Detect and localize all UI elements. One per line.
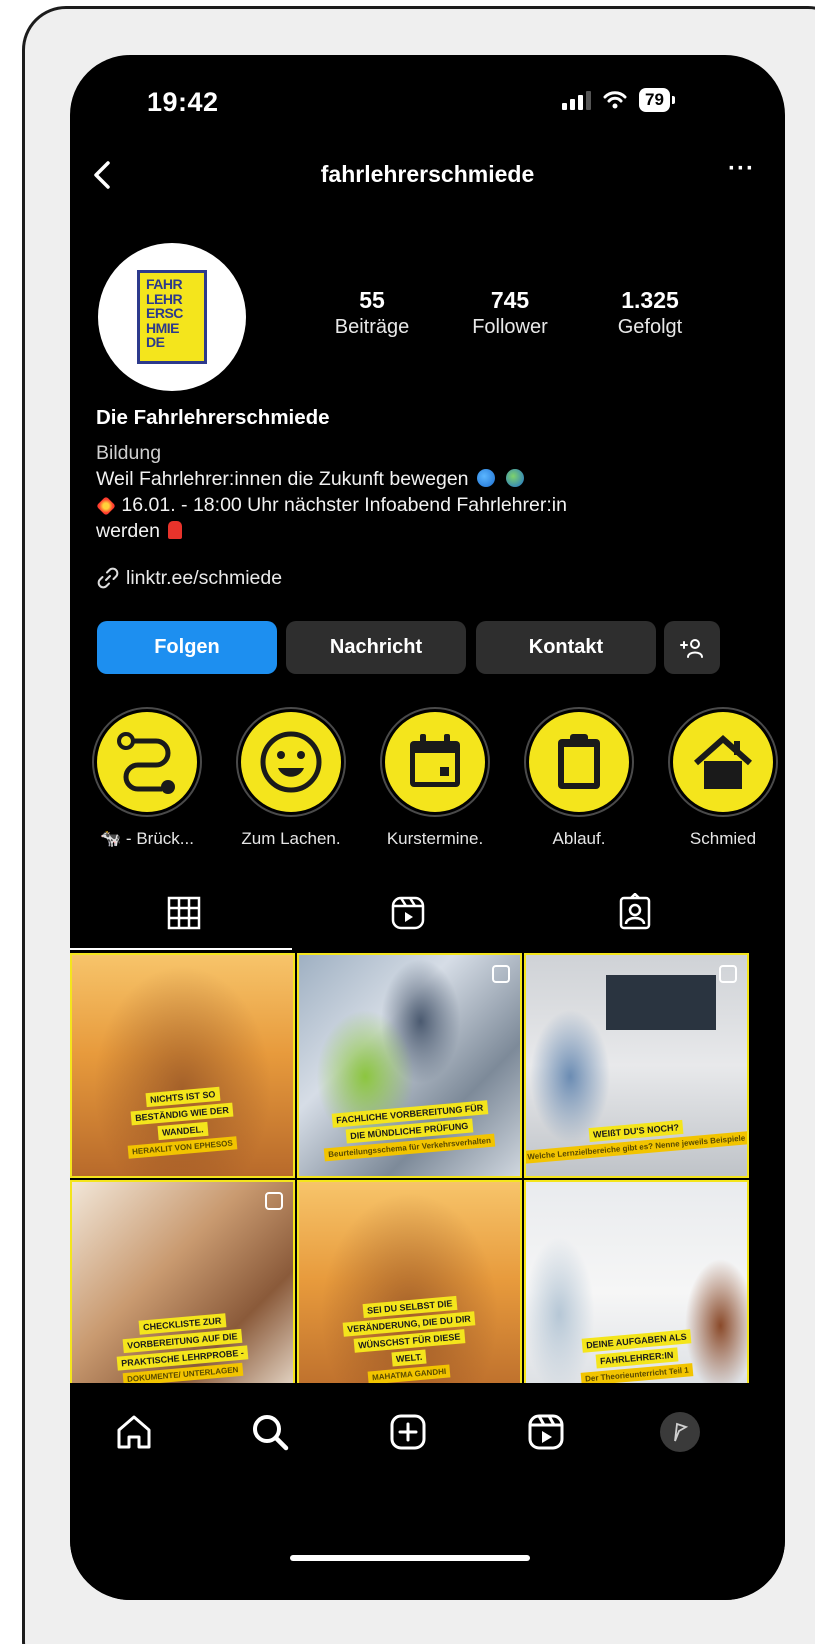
highlight-label: Ablauf. bbox=[552, 829, 606, 848]
globe-icon bbox=[506, 469, 525, 487]
profile-link-text[interactable]: linktr.ee/schmiede bbox=[126, 565, 282, 591]
multi-image-icon bbox=[492, 965, 510, 983]
post-caption: CHECKLISTE ZUR VORBEREITUNG AUF DIE PRAKTI… bbox=[78, 1313, 287, 1387]
link-icon bbox=[97, 567, 119, 589]
reels-icon[interactable] bbox=[524, 1410, 568, 1454]
status-time: 19:42 bbox=[147, 87, 219, 117]
stat-following-value: 1.325 bbox=[621, 287, 679, 313]
highlight-label: 🐄 - Brück... bbox=[100, 829, 194, 848]
stat-posts[interactable]: 55 Beiträge bbox=[312, 287, 432, 339]
post-tile[interactable]: WEIßT DU'S NOCH? Welche Lernzielbereiche… bbox=[524, 953, 749, 1178]
message-button[interactable]: Nachricht bbox=[286, 621, 466, 674]
highlight-label: Kurstermine. bbox=[386, 829, 484, 848]
home-indicator bbox=[290, 1555, 530, 1561]
suggested-people-button[interactable] bbox=[664, 621, 720, 674]
phone-screen: 19:42 79 fahrlehrerschmiede ··· FAHR LEH… bbox=[70, 55, 785, 1600]
post-tile[interactable]: SEI DU SELBST DIE VERÄNDERUNG, DIE DU DIR… bbox=[297, 1180, 522, 1405]
add-person-icon bbox=[680, 638, 703, 658]
smiley-icon bbox=[260, 731, 322, 793]
multi-image-icon bbox=[719, 965, 737, 983]
post-tile[interactable]: DEINE AUFGABEN ALS FAHRLEHRER:IN Der Theo… bbox=[524, 1180, 749, 1405]
post-tile[interactable]: FACHLICHE VORBEREITUNG FÜR DIE MÜNDLICHE … bbox=[297, 953, 522, 1178]
post-tile[interactable]: CHECKLISTE ZUR VORBEREITUNG AUF DIE PRAKTI… bbox=[70, 1180, 295, 1405]
house-icon bbox=[694, 734, 752, 789]
follow-button[interactable]: Folgen bbox=[97, 621, 277, 674]
brand-logo: FAHR LEHR ERSC HMIE DE bbox=[137, 270, 207, 364]
stat-followers-value: 745 bbox=[490, 287, 530, 313]
siren-icon bbox=[168, 521, 183, 539]
highlight-bridge[interactable]: 🐄 - Brück... bbox=[92, 707, 202, 849]
highlight-label: Schmied bbox=[689, 829, 757, 848]
bio-line-1: Weil Fahrlehrer:innen die Zukunft bewege… bbox=[96, 468, 469, 490]
route-icon bbox=[117, 732, 175, 794]
profile-category: Bildung bbox=[96, 442, 162, 464]
highlight-process[interactable]: Ablauf. bbox=[524, 707, 634, 849]
highlight-schmiede[interactable]: Schmied bbox=[668, 707, 778, 849]
status-icons: 79 bbox=[562, 88, 675, 112]
contact-button[interactable]: Kontakt bbox=[476, 621, 656, 674]
highlight-course-dates[interactable]: Kurstermine. bbox=[380, 707, 490, 849]
post-caption: SEI DU SELBST DIE VERÄNDERUNG, DIE DU DIR… bbox=[305, 1295, 514, 1385]
create-icon[interactable] bbox=[386, 1410, 430, 1454]
avatar[interactable]: FAHR LEHR ERSC HMIE DE bbox=[98, 243, 246, 391]
profile-icon bbox=[674, 1422, 689, 1442]
highlight-funny[interactable]: Zum Lachen. bbox=[236, 707, 346, 849]
post-caption: NICHTS IST SO BESTÄNDIG WIE DER WANDEL. HE… bbox=[78, 1086, 287, 1159]
bio-line-3: werden bbox=[96, 520, 160, 542]
profile-username: fahrlehrerschmiede bbox=[320, 161, 535, 187]
profile-avatar-icon[interactable] bbox=[660, 1412, 700, 1452]
collision-icon bbox=[96, 496, 116, 516]
stat-followers[interactable]: 745 Follower bbox=[450, 287, 570, 339]
clipboard-icon bbox=[558, 734, 600, 789]
wifi-icon bbox=[603, 91, 627, 109]
globe-icon bbox=[476, 469, 495, 487]
profile-name: Die Fahrlehrerschmiede bbox=[96, 406, 330, 429]
profile-bio: Weil Fahrlehrer:innen die Zukunft bewege… bbox=[96, 466, 756, 544]
highlight-label: Zum Lachen. bbox=[241, 829, 341, 848]
battery-icon: 79 bbox=[639, 88, 675, 112]
post-caption: FACHLICHE VORBEREITUNG FÜR DIE MÜNDLICHE … bbox=[305, 1100, 514, 1162]
stat-following[interactable]: 1.325 Gefolgt bbox=[590, 287, 710, 339]
stat-following-label: Gefolgt bbox=[617, 316, 683, 338]
grid-icon[interactable] bbox=[164, 893, 204, 933]
stat-followers-label: Follower bbox=[472, 316, 548, 338]
active-tab-indicator bbox=[70, 948, 292, 950]
post-caption: WEIßT DU'S NOCH? Welche Lernzielbereiche… bbox=[526, 1119, 747, 1164]
calendar-icon bbox=[410, 734, 460, 787]
post-caption: DEINE AUFGABEN ALS FAHRLEHRER:IN Der Theo… bbox=[532, 1329, 741, 1386]
tagged-icon[interactable] bbox=[615, 893, 655, 933]
multi-image-icon bbox=[265, 1192, 283, 1210]
reels-icon[interactable] bbox=[388, 893, 428, 933]
stat-posts-value: 55 bbox=[359, 287, 385, 313]
post-tile[interactable]: NICHTS IST SO BESTÄNDIG WIE DER WANDEL. HE… bbox=[70, 953, 295, 1178]
cellular-signal-icon bbox=[562, 90, 591, 110]
bio-line-2: 16.01. - 18:00 Uhr nächster Infoabend Fa… bbox=[121, 494, 567, 516]
stat-posts-label: Beiträge bbox=[334, 316, 410, 338]
profile-link[interactable]: linktr.ee/schmiede bbox=[96, 565, 756, 591]
more-options-icon[interactable]: ··· bbox=[728, 155, 755, 183]
home-icon[interactable] bbox=[112, 1410, 156, 1454]
search-icon[interactable] bbox=[248, 1410, 292, 1454]
